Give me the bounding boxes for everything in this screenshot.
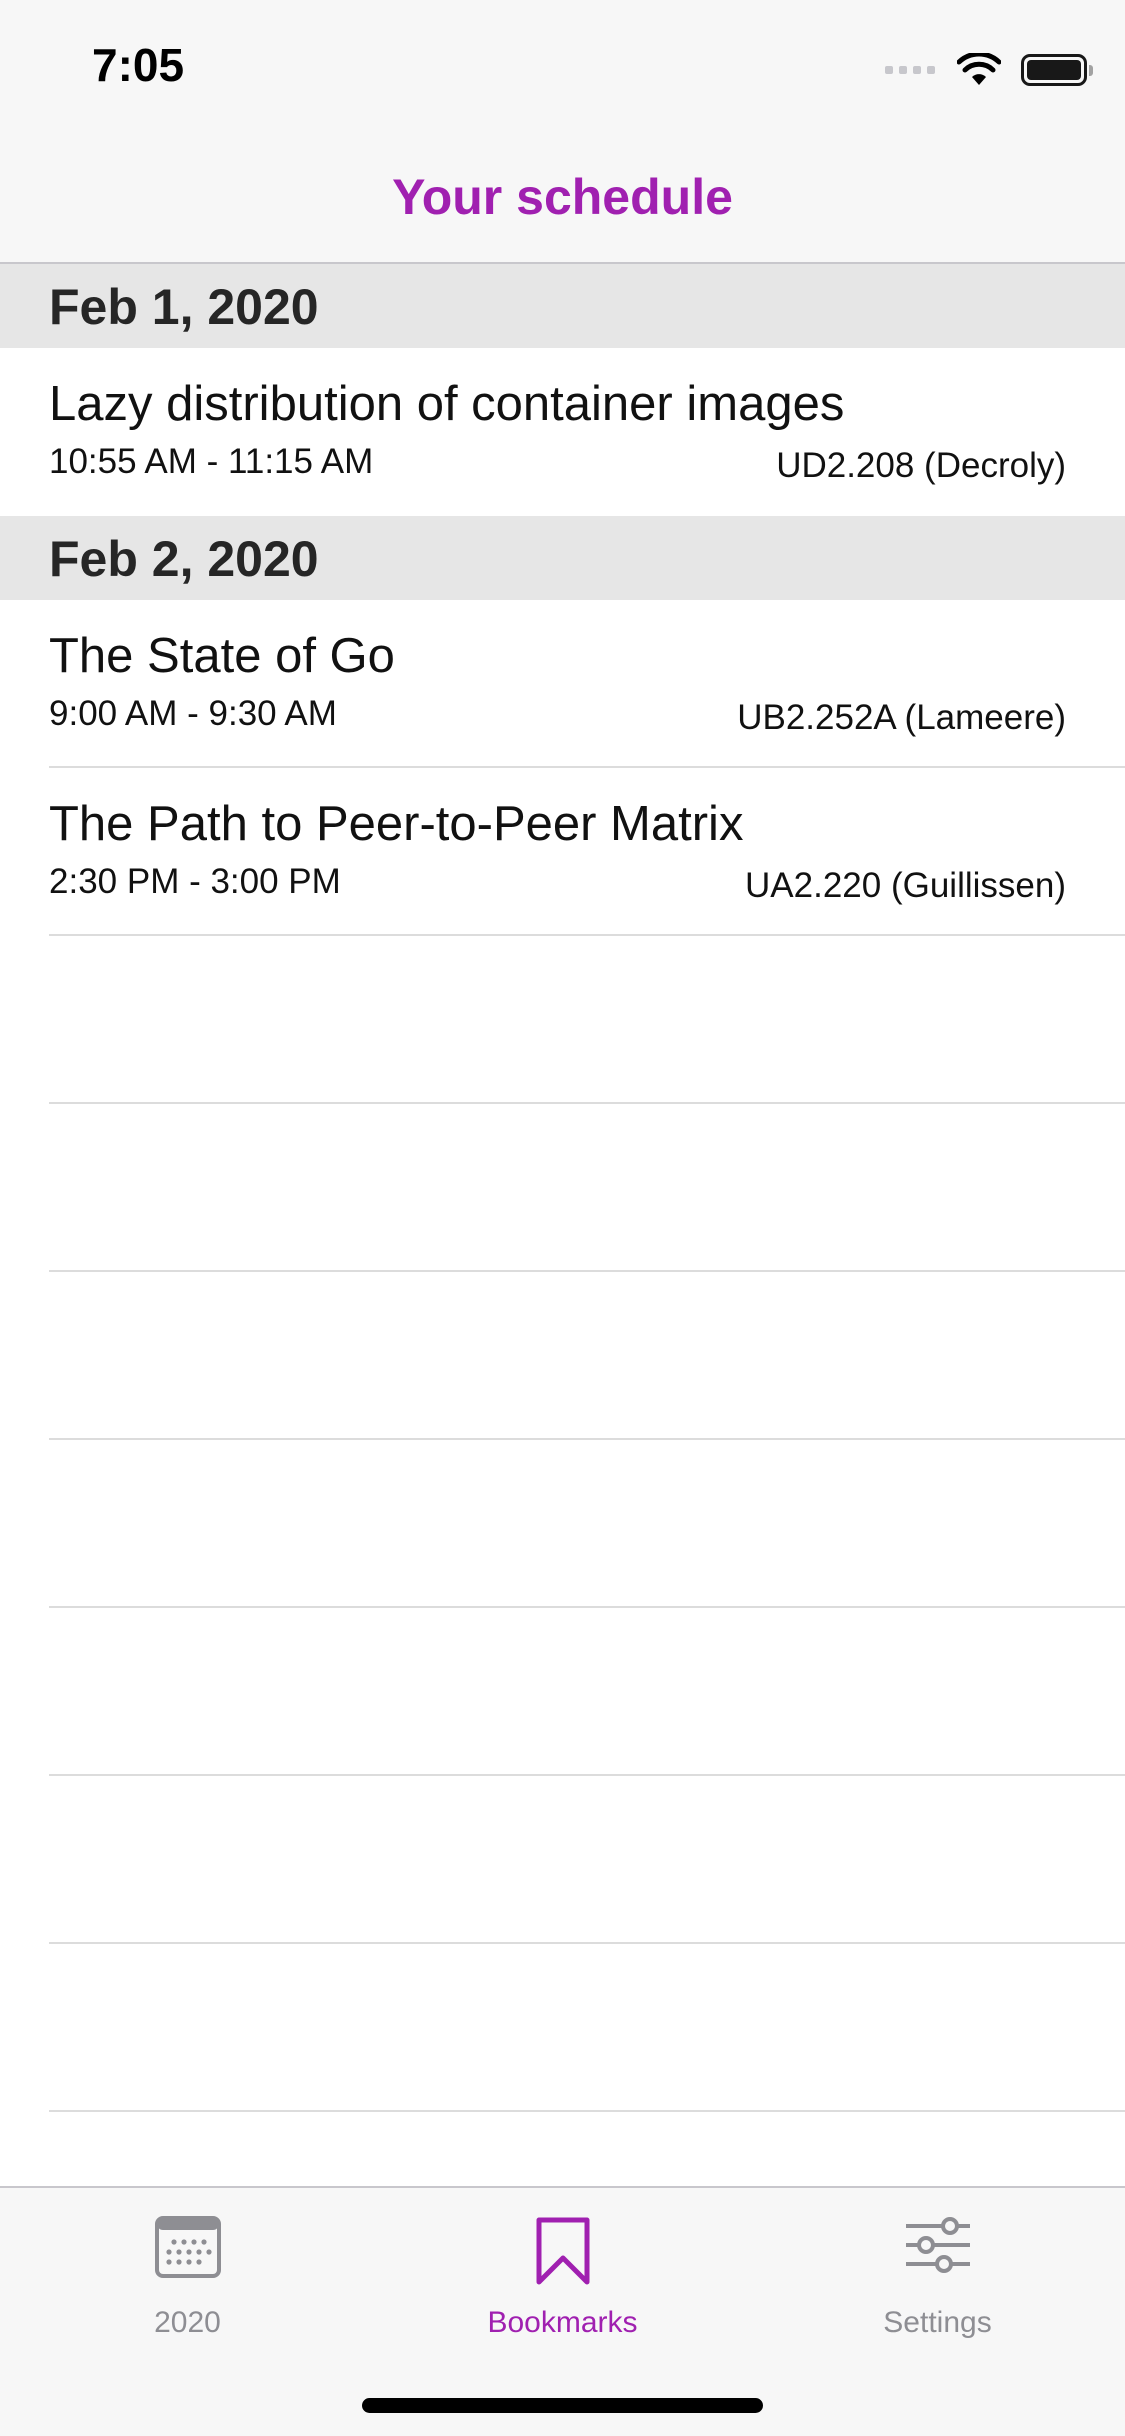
event-time: 9:00 AM - 9:30 AM [49,694,337,733]
tab-bar: 2020 Bookmarks Settings [0,2186,1125,2436]
event-row[interactable]: The State of Go 9:00 AM - 9:30 AM UB2.25… [0,600,1125,768]
tab-label: Settings [883,2306,992,2339]
tab-bookmarks[interactable]: Bookmarks [375,2188,750,2348]
section-header: Feb 1, 2020 [0,264,1125,348]
event-time: 10:55 AM - 11:15 AM [49,442,374,481]
tab-settings[interactable]: Settings [750,2188,1125,2348]
empty-row [0,1272,1125,1440]
battery-icon [1021,54,1093,86]
row-separator [49,2110,1125,2112]
event-room: UD2.208 (Decroly) [776,446,1066,485]
bookmark-icon [536,2217,589,2285]
event-room: UB2.252A (Lameere) [737,698,1066,737]
empty-row [0,1944,1125,2112]
event-row[interactable]: The Path to Peer-to-Peer Matrix 2:30 PM … [0,768,1125,936]
navigation-bar: Your schedule [0,132,1125,264]
tab-2020[interactable]: 2020 [0,2188,375,2348]
event-room: UA2.220 (Guillissen) [745,866,1066,905]
page-title: Your schedule [392,169,733,225]
wifi-icon [957,53,1001,85]
sliders-icon [905,2217,970,2273]
calendar-icon [154,2216,221,2278]
empty-row [0,936,1125,1104]
cellular-signal-icon [885,66,935,74]
tab-label: 2020 [154,2306,221,2339]
section-date: Feb 1, 2020 [49,279,319,335]
tab-label: Bookmarks [487,2306,638,2339]
event-title: The Path to Peer-to-Peer Matrix [49,797,744,851]
event-title: Lazy distribution of container images [49,377,845,431]
status-time: 7:05 [92,39,185,91]
schedule-list[interactable]: Feb 1, 2020 Lazy distribution of contain… [0,264,1125,2112]
section-header: Feb 2, 2020 [0,516,1125,600]
empty-row [0,1440,1125,1608]
event-title: The State of Go [49,629,395,683]
empty-row [0,1776,1125,1944]
status-icons [885,50,1093,90]
empty-row [0,1104,1125,1272]
home-indicator[interactable] [362,2398,763,2413]
section-date: Feb 2, 2020 [49,531,319,587]
event-row[interactable]: Lazy distribution of container images 10… [0,348,1125,516]
empty-row [0,1608,1125,1776]
event-time: 2:30 PM - 3:00 PM [49,862,341,901]
status-bar: 7:05 [0,0,1125,132]
